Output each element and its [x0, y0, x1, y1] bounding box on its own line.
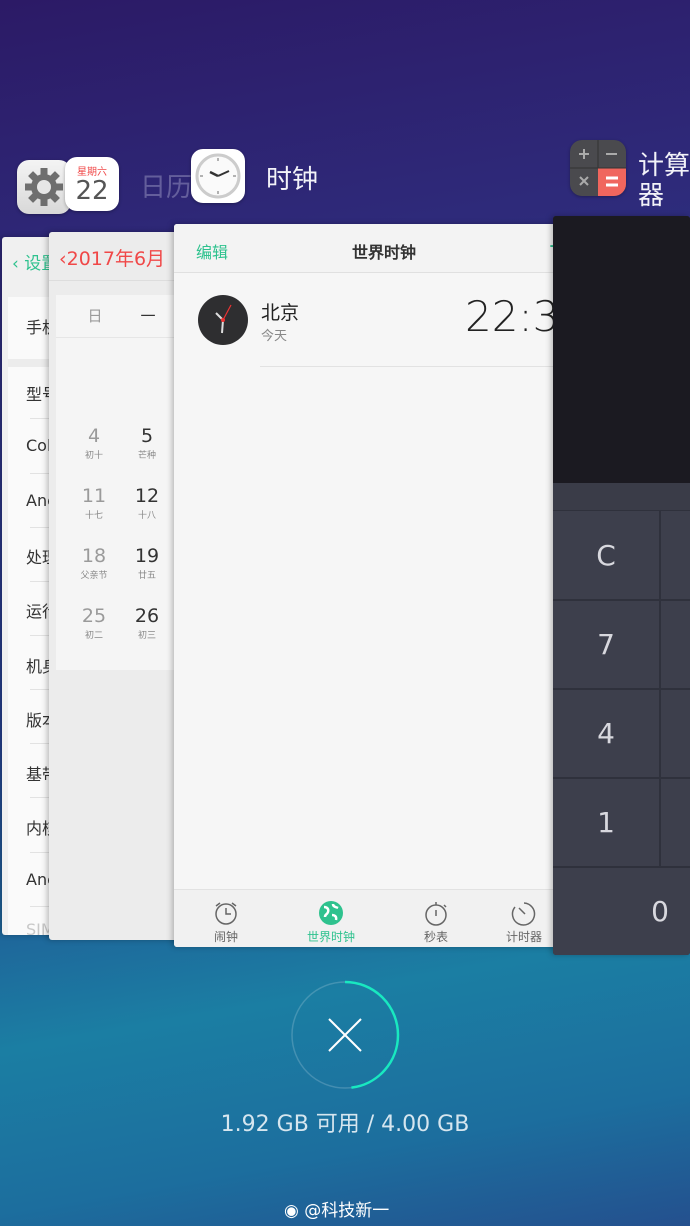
day-number[interactable]: 5: [127, 425, 167, 447]
memory-ring: [290, 980, 400, 1090]
clock-title: 世界时钟: [351, 243, 416, 262]
clock-app-icon[interactable]: [191, 149, 245, 203]
clock-card[interactable]: 编辑 世界时钟 + 北京 今天 22:31 闹钟 世界时钟 秒表 计时器: [174, 224, 574, 947]
key-1[interactable]: 1: [553, 779, 659, 866]
settings-app-icon[interactable]: [17, 160, 71, 214]
clock-header: 编辑 世界时钟 +: [174, 224, 574, 273]
watermark-text: @科技新一: [304, 1201, 390, 1221]
globe-icon: [319, 901, 343, 925]
city-day: 今天: [261, 329, 288, 344]
weibo-icon: ◉: [284, 1201, 299, 1221]
timer-icon: [511, 902, 536, 926]
key-clear[interactable]: C: [553, 511, 659, 599]
calculator-app-label: 计算器: [638, 151, 690, 211]
day-number[interactable]: 12: [127, 485, 167, 507]
lunar-label: 初十: [84, 451, 103, 461]
clock-app-label: 时钟: [266, 165, 319, 195]
day-number[interactable]: 26: [127, 605, 167, 627]
close-icon: [328, 1018, 362, 1052]
weekday-label: 日: [87, 307, 103, 325]
clock-face-icon: [195, 153, 241, 199]
chevron-left-icon: ‹: [12, 254, 19, 274]
analog-clock-icon: [198, 295, 248, 345]
clear-all-button[interactable]: [290, 980, 400, 1090]
lunar-label: 父亲节: [80, 571, 108, 581]
key-7[interactable]: 7: [553, 601, 659, 688]
tab-alarm[interactable]: 闹钟: [176, 890, 276, 945]
calendar-app-icon[interactable]: 星期六 22: [65, 157, 119, 211]
tab-stopwatch[interactable]: 秒表: [386, 890, 486, 945]
calendar-app-label: 日历: [140, 173, 193, 203]
watermark: ◉ @科技新一: [284, 1196, 389, 1221]
memory-status: 1.92 GB 可用 / 4.00 GB: [220, 1112, 470, 1137]
stopwatch-icon: [425, 902, 447, 926]
day-number[interactable]: 19: [127, 545, 167, 567]
tab-label: 世界时钟: [306, 930, 355, 944]
lunar-label: 芒种: [137, 451, 156, 461]
calendar-month-title: 2017年6月: [66, 248, 166, 270]
calculator-card[interactable]: C 7 4 1 0: [553, 216, 690, 955]
tab-label: 闹钟: [213, 930, 238, 944]
day-number[interactable]: 18: [74, 545, 114, 567]
alarm-icon: [215, 902, 237, 925]
lunar-label: 初二: [84, 631, 103, 641]
calendar-month-header[interactable]: ‹2017年6月: [59, 244, 165, 271]
lunar-label: 十七: [84, 511, 103, 521]
day-number[interactable]: 25: [74, 605, 114, 627]
tab-world-clock[interactable]: 世界时钟: [281, 890, 381, 945]
settings-row[interactable]: Col: [26, 436, 51, 455]
day-number[interactable]: 4: [74, 425, 114, 447]
lunar-label: 十八: [137, 511, 156, 521]
gear-icon: [25, 168, 63, 206]
calculator-app-icon[interactable]: [570, 140, 626, 196]
city-name: 北京: [261, 302, 300, 324]
tab-label: 秒表: [423, 930, 448, 944]
calendar-icon-day: 22: [75, 176, 109, 206]
calculator-display: [553, 216, 690, 483]
chevron-left-icon: ‹: [59, 248, 67, 270]
city-row[interactable]: 北京 今天 22:31: [174, 274, 574, 366]
weekday-label: 一: [140, 307, 156, 325]
tab-label: 计时器: [505, 930, 542, 944]
key-4[interactable]: 4: [553, 690, 659, 777]
key-0[interactable]: 0: [553, 868, 690, 955]
calculator-icon: [570, 140, 626, 196]
clock-tab-bar: 闹钟 世界时钟 秒表 计时器: [174, 889, 574, 947]
day-number[interactable]: 11: [74, 485, 114, 507]
lunar-label: 廿五: [137, 571, 156, 581]
lunar-label: 初三: [137, 631, 156, 641]
